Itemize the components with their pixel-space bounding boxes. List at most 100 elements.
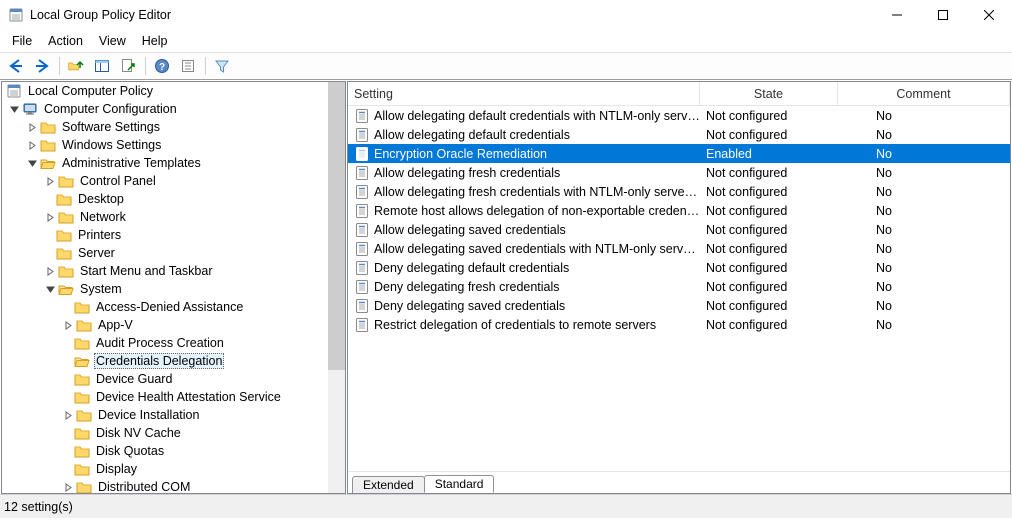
list-row[interactable]: Encryption Oracle RemediationEnabledNo	[348, 144, 1010, 163]
titlebar: Local Group Policy Editor	[0, 0, 1012, 30]
setting-name: Deny delegating default credentials	[374, 261, 569, 275]
folder-icon	[74, 461, 90, 477]
back-button[interactable]	[4, 55, 28, 77]
chevron-right-icon[interactable]	[62, 481, 74, 493]
tree-display[interactable]: Display	[4, 460, 343, 478]
tree-credentials-delegation[interactable]: Credentials Delegation	[4, 352, 343, 370]
tree-label: Device Installation	[96, 408, 201, 422]
tree-label: Display	[94, 462, 139, 476]
tree-device-installation[interactable]: Device Installation	[4, 406, 343, 424]
chevron-right-icon[interactable]	[62, 409, 74, 421]
tree-device-health-attestation-service[interactable]: Device Health Attestation Service	[4, 388, 343, 406]
policy-icon	[354, 108, 370, 124]
list-row[interactable]: Allow delegating default credentials wit…	[348, 106, 1010, 125]
up-level-button[interactable]	[64, 55, 88, 77]
list-row[interactable]: Allow delegating saved credentialsNot co…	[348, 220, 1010, 239]
computer-icon	[22, 101, 38, 117]
forward-button[interactable]	[30, 55, 54, 77]
menu-help[interactable]: Help	[134, 32, 176, 50]
policy-icon	[354, 222, 370, 238]
tree-network[interactable]: Network	[4, 208, 343, 226]
tree-desktop[interactable]: Desktop	[4, 190, 343, 208]
tree-start-menu-and-taskbar[interactable]: Start Menu and Taskbar	[4, 262, 343, 280]
tree-access-denied-assistance[interactable]: Access-Denied Assistance	[4, 298, 343, 316]
setting-state: Not configured	[700, 261, 838, 275]
statusbar: 12 setting(s)	[0, 494, 1012, 518]
setting-state: Not configured	[700, 280, 838, 294]
tab-standard[interactable]: Standard	[424, 475, 495, 493]
chevron-down-icon[interactable]	[8, 103, 20, 115]
setting-name: Allow delegating saved credentials with …	[374, 242, 700, 256]
tree-software-settings[interactable]: Software Settings	[4, 118, 343, 136]
tree-root[interactable]: Local Computer Policy	[4, 82, 343, 100]
filter-button[interactable]	[210, 55, 234, 77]
export-list-button[interactable]	[116, 55, 140, 77]
list-row[interactable]: Deny delegating fresh credentialsNot con…	[348, 277, 1010, 296]
policy-icon	[354, 241, 370, 257]
tree-printers[interactable]: Printers	[4, 226, 343, 244]
tree-app-v[interactable]: App-V	[4, 316, 343, 334]
chevron-right-icon[interactable]	[26, 139, 38, 151]
column-state[interactable]: State	[700, 82, 838, 105]
list-row[interactable]: Allow delegating fresh credentials with …	[348, 182, 1010, 201]
setting-comment: No	[838, 299, 1010, 313]
show-hide-tree-button[interactable]	[90, 55, 114, 77]
folder-open-icon	[40, 155, 56, 171]
folder-open-icon	[74, 353, 90, 369]
scrollbar[interactable]	[328, 82, 345, 493]
list-row[interactable]: Allow delegating fresh credentialsNot co…	[348, 163, 1010, 182]
chevron-right-icon[interactable]	[44, 175, 56, 187]
chevron-right-icon[interactable]	[62, 319, 74, 331]
tab-extended[interactable]: Extended	[352, 476, 425, 494]
separator	[202, 55, 208, 77]
setting-name: Allow delegating saved credentials	[374, 223, 566, 237]
tree-pane[interactable]: Local Computer Policy Computer Configura…	[1, 81, 346, 494]
tree-windows-settings[interactable]: Windows Settings	[4, 136, 343, 154]
properties-button[interactable]	[176, 55, 200, 77]
chevron-down-icon[interactable]	[44, 283, 56, 295]
list-row[interactable]: Allow delegating saved credentials with …	[348, 239, 1010, 258]
help-button[interactable]	[150, 55, 174, 77]
maximize-button[interactable]	[920, 0, 966, 30]
folder-icon	[76, 407, 92, 423]
column-setting[interactable]: Setting	[348, 82, 700, 105]
tree-computer-configuration[interactable]: Computer Configuration	[4, 100, 343, 118]
folder-icon	[76, 317, 92, 333]
tab-strip: Extended Standard	[348, 471, 1010, 493]
chevron-down-icon[interactable]	[26, 157, 38, 169]
list-row[interactable]: Deny delegating saved credentialsNot con…	[348, 296, 1010, 315]
menu-view[interactable]: View	[91, 32, 134, 50]
chevron-right-icon[interactable]	[44, 211, 56, 223]
tree-device-guard[interactable]: Device Guard	[4, 370, 343, 388]
tree-server[interactable]: Server	[4, 244, 343, 262]
list-row[interactable]: Allow delegating default credentialsNot …	[348, 125, 1010, 144]
menu-file[interactable]: File	[4, 32, 40, 50]
tree-disk-quotas[interactable]: Disk Quotas	[4, 442, 343, 460]
toolbar	[0, 52, 1012, 80]
list-row[interactable]: Restrict delegation of credentials to re…	[348, 315, 1010, 334]
folder-icon	[74, 371, 90, 387]
chevron-right-icon[interactable]	[44, 265, 56, 277]
tree-audit-process-creation[interactable]: Audit Process Creation	[4, 334, 343, 352]
tree-administrative-templates[interactable]: Administrative Templates	[4, 154, 343, 172]
policy-icon	[354, 260, 370, 276]
folder-icon	[74, 425, 90, 441]
list-row[interactable]: Remote host allows delegation of non-exp…	[348, 201, 1010, 220]
tree-distributed-com[interactable]: Distributed COM	[4, 478, 343, 494]
tree-label: System	[78, 282, 124, 296]
tree-control-panel[interactable]: Control Panel	[4, 172, 343, 190]
tree-label: Network	[78, 210, 128, 224]
minimize-button[interactable]	[874, 0, 920, 30]
tree-label: Control Panel	[78, 174, 158, 188]
setting-state: Enabled	[700, 147, 838, 161]
tree-system[interactable]: System	[4, 280, 343, 298]
list-row[interactable]: Deny delegating default credentials Not c…	[348, 258, 1010, 277]
list-body[interactable]: Allow delegating default credentials wit…	[348, 106, 1010, 471]
separator	[56, 55, 62, 77]
column-comment[interactable]: Comment	[838, 82, 1010, 105]
tree-disk-nv-cache[interactable]: Disk NV Cache	[4, 424, 343, 442]
chevron-right-icon[interactable]	[26, 121, 38, 133]
menu-action[interactable]: Action	[40, 32, 91, 50]
app-icon	[6, 83, 22, 99]
close-button[interactable]	[966, 0, 1012, 30]
